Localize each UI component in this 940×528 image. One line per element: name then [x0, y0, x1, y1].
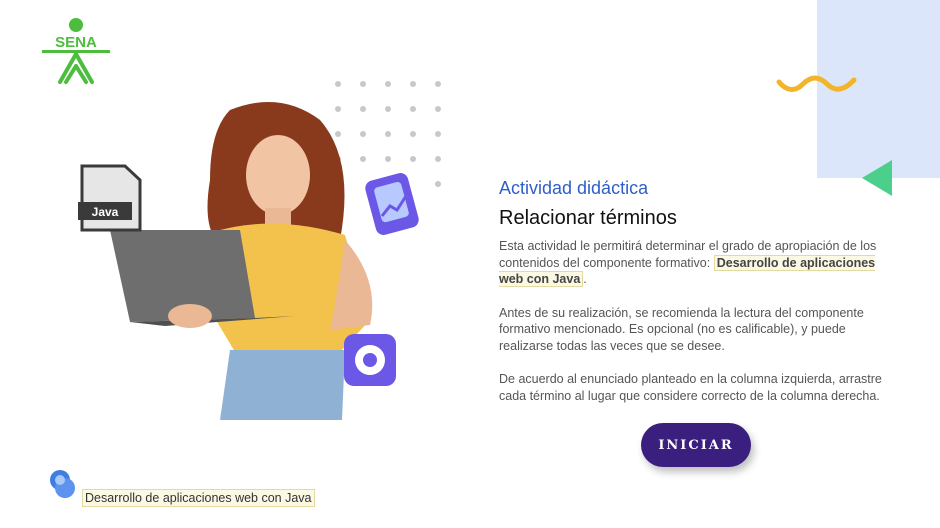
sena-logo: SENA — [42, 18, 110, 84]
pin-icon — [50, 470, 75, 498]
intro-period: . — [583, 272, 587, 286]
instructions-paragraph: De acuerdo al enunciado planteado en la … — [499, 372, 882, 403]
gear-icon — [344, 334, 396, 386]
activity-subtitle: Actividad didáctica — [499, 178, 649, 198]
footer-course-label: Desarrollo de aplicaciones web con Java — [82, 489, 315, 507]
start-button[interactable]: INICIAR — [641, 423, 751, 467]
clipboard-chart-icon — [365, 173, 419, 235]
sena-logo-text: SENA — [55, 34, 97, 51]
hero-illustration: Java — [78, 102, 419, 420]
wave-decoration — [776, 75, 857, 92]
java-file-icon: Java — [78, 164, 142, 232]
activity-title: Relacionar términos — [499, 207, 677, 229]
intro-paragraph: Esta actividad le permitirá determinar e… — [499, 238, 894, 288]
java-badge-text: Java — [92, 205, 119, 219]
recommendation-paragraph: Antes de su realización, se recomienda l… — [499, 305, 864, 353]
activity-intro: Actividad didáctica Relacionar términos … — [499, 176, 894, 421]
